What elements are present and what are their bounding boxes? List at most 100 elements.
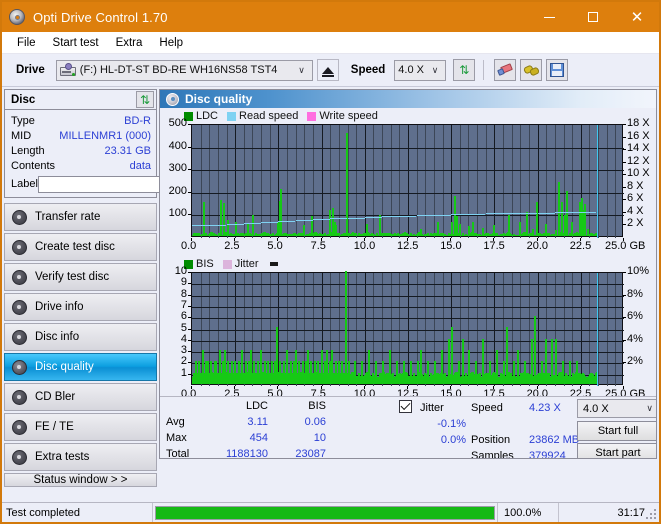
chevron-down-icon: ∨ <box>646 403 657 414</box>
y2-axis-tick <box>623 224 626 225</box>
eject-button[interactable] <box>317 59 339 81</box>
erase-button[interactable] <box>494 59 516 81</box>
grid-line-vertical <box>538 125 539 238</box>
grid-line-vertical <box>339 125 340 238</box>
chart-bar <box>584 204 586 236</box>
y2-axis-tick-label: 2 X <box>627 217 644 229</box>
y-axis-tick <box>188 317 191 318</box>
y2-axis-tick <box>623 362 626 363</box>
menu-item-start-test[interactable]: Start test <box>45 34 108 52</box>
progress-percent: 100.0% <box>498 507 558 519</box>
start-full-button[interactable]: Start full <box>577 421 657 441</box>
maximize-button[interactable] <box>571 2 615 32</box>
legend-entry-write-speed: Write speed <box>307 110 378 122</box>
y2-axis-tick-label: 6 X <box>627 192 644 204</box>
resize-grip-icon[interactable] <box>646 509 656 519</box>
grid-line-vertical <box>201 125 202 238</box>
disc-row-mid: MID MILLENMR1 (000) <box>11 128 151 143</box>
grid-line-vertical <box>607 125 608 238</box>
sidebar-item-disc-quality[interactable]: Disc quality <box>4 353 157 381</box>
stats-jitter-avg: -0.1% <box>381 418 466 430</box>
disc-icon <box>12 240 27 255</box>
sidebar-item-create-test-disc[interactable]: Create test disc <box>4 233 157 261</box>
sidebar-item-label: Disc quality <box>35 361 94 373</box>
y2-axis-tick-label: 4 X <box>627 205 644 217</box>
read-speed-line <box>451 214 468 215</box>
minimize-button[interactable] <box>527 2 571 32</box>
read-speed-line <box>261 222 278 223</box>
disc-row-value: BD-R <box>124 115 151 127</box>
read-speed-line <box>365 217 382 218</box>
read-speed-line <box>589 212 596 213</box>
grid-line-horizontal <box>192 296 624 297</box>
start-part-button[interactable]: Start part <box>577 443 657 459</box>
menu-item-file[interactable]: File <box>9 34 45 52</box>
disc-row-value: data <box>130 160 151 172</box>
y-axis-tick-label: 5 <box>181 322 187 334</box>
bis-chart-legend: BIS Jitter <box>184 258 278 270</box>
disc-refresh-button[interactable]: ⇅ <box>136 91 154 108</box>
stats-row-label-max: Max <box>166 432 187 444</box>
speed-select[interactable]: 4.0 X ∨ <box>394 60 446 81</box>
plugin-button[interactable] <box>520 59 542 81</box>
grid-line-vertical <box>244 125 245 238</box>
legend-swatch-icon <box>307 112 316 121</box>
y-axis-tick <box>188 362 191 363</box>
y2-axis-tick-label: 8 X <box>627 180 644 192</box>
grid-line-vertical <box>589 125 590 238</box>
refresh-button[interactable]: ⇅ <box>453 59 475 81</box>
sidebar-item-fe-te[interactable]: FE / TE <box>4 413 157 441</box>
refresh-icon: ⇅ <box>140 93 150 107</box>
end-of-data-marker <box>597 273 598 386</box>
menu-item-extra[interactable]: Extra <box>108 34 152 52</box>
status-window-button[interactable]: Status window > > <box>4 473 157 487</box>
y2-axis-tick <box>623 340 626 341</box>
sidebar-item-transfer-rate[interactable]: Transfer rate <box>4 203 157 231</box>
y-axis-tick <box>188 340 191 341</box>
chart-bar <box>558 182 560 236</box>
stats-speed-select[interactable]: 4.0 X ∨ <box>577 399 657 418</box>
sidebar-item-disc-info[interactable]: Disc info <box>4 323 157 351</box>
y2-axis-tick <box>623 137 626 138</box>
read-speed-line <box>296 220 313 221</box>
bis-chart-plot[interactable] <box>191 272 623 385</box>
x-axis-tick <box>580 386 581 389</box>
grid-line-vertical <box>615 125 616 238</box>
status-bar: Test completed 100.0% 31:17 <box>2 502 659 522</box>
menu-item-help[interactable]: Help <box>151 34 192 52</box>
read-speed-line <box>348 218 365 219</box>
read-speed-line <box>468 214 485 215</box>
y-axis-tick-label: 500 <box>169 117 187 129</box>
sidebar-item-extra-tests[interactable]: Extra tests <box>4 443 157 471</box>
sidebar-item-verify-test-disc[interactable]: Verify test disc <box>4 263 157 291</box>
x-axis-tick-label: 2.5 <box>224 240 239 252</box>
grid-line-horizontal <box>192 284 624 285</box>
y2-axis-tick <box>623 295 626 296</box>
disc-row-key: MID <box>11 130 31 142</box>
legend-label: LDC <box>196 110 218 122</box>
ldc-chart-plot[interactable] <box>191 124 623 237</box>
grid-line-vertical <box>209 125 210 238</box>
save-icon <box>550 63 564 77</box>
y-axis-tick-label: 9 <box>181 276 187 288</box>
read-speed-line <box>244 223 261 224</box>
x-axis-tick-label: 15.0 <box>440 240 461 252</box>
x-axis-tick <box>407 238 408 241</box>
sidebar-item-drive-info[interactable]: Drive info <box>4 293 157 321</box>
stats-position-value: 23862 MB <box>529 434 579 446</box>
read-speed-line <box>313 219 330 220</box>
sidebar-item-cd-bler[interactable]: CD Bler <box>4 383 157 411</box>
close-button[interactable]: ✕ <box>615 2 659 32</box>
jitter-checkbox[interactable] <box>399 400 412 413</box>
x-axis-tick <box>277 238 278 241</box>
y2-axis-tick <box>623 199 626 200</box>
disc-label-key: Label <box>11 178 38 190</box>
grid-line-vertical <box>322 125 323 238</box>
disc-icon <box>12 360 27 375</box>
drive-select[interactable]: (F:) HL-DT-ST BD-RE WH16NS58 TST4 ∨ <box>56 60 313 81</box>
grid-line-horizontal <box>192 352 624 353</box>
read-speed-line <box>417 215 434 216</box>
legend-entry-bis: BIS <box>184 258 214 270</box>
save-button[interactable] <box>546 59 568 81</box>
app-disc-icon <box>9 9 26 26</box>
